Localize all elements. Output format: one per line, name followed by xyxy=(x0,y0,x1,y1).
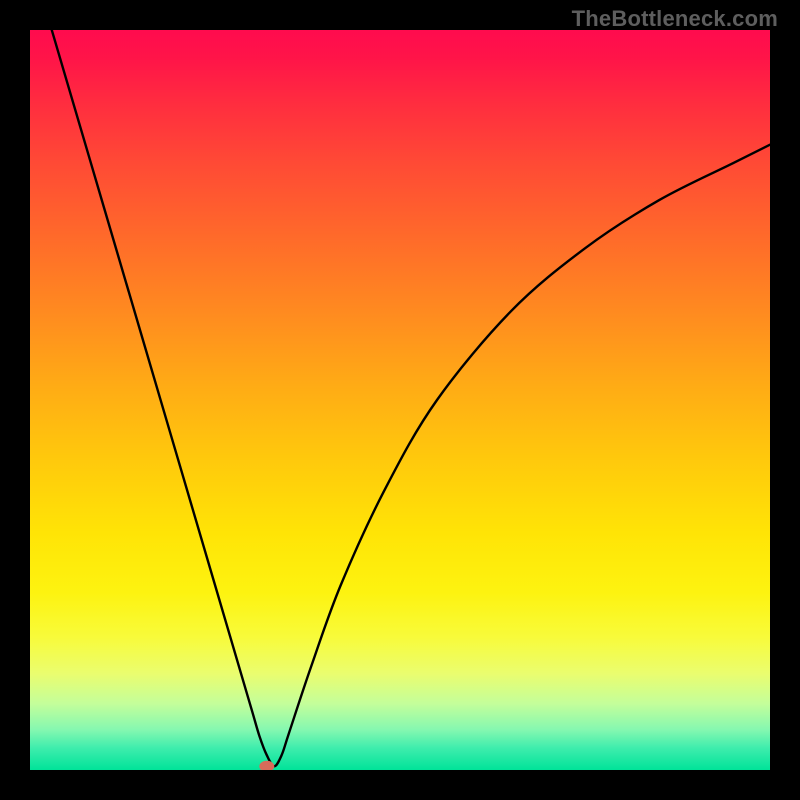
watermark-text: TheBottleneck.com xyxy=(572,6,778,32)
curve-svg xyxy=(30,30,770,770)
chart-container: TheBottleneck.com xyxy=(0,0,800,800)
minimum-marker xyxy=(260,761,274,770)
bottleneck-curve-path xyxy=(30,30,770,766)
plot-area xyxy=(30,30,770,770)
